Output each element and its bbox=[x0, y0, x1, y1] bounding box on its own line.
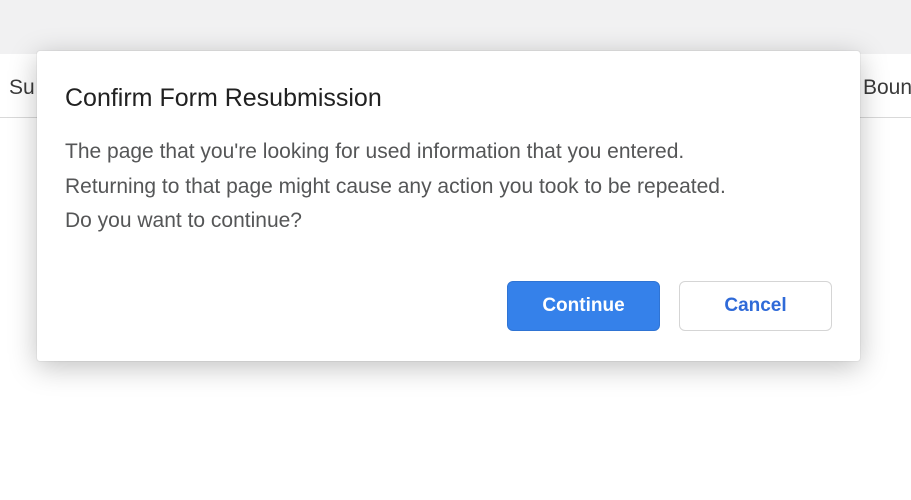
partial-tab-right: Boun bbox=[863, 76, 911, 100]
toolbar-band bbox=[0, 0, 911, 54]
partial-tab-left: Su bbox=[9, 76, 35, 100]
cancel-button[interactable]: Cancel bbox=[679, 281, 832, 331]
dialog-title: Confirm Form Resubmission bbox=[65, 84, 832, 113]
dialog-body-text: The page that you're looking for used in… bbox=[65, 135, 832, 239]
continue-button[interactable]: Continue bbox=[507, 281, 660, 331]
confirm-resubmission-dialog: Confirm Form Resubmission The page that … bbox=[37, 51, 860, 361]
dialog-actions: Continue Cancel bbox=[65, 281, 832, 331]
